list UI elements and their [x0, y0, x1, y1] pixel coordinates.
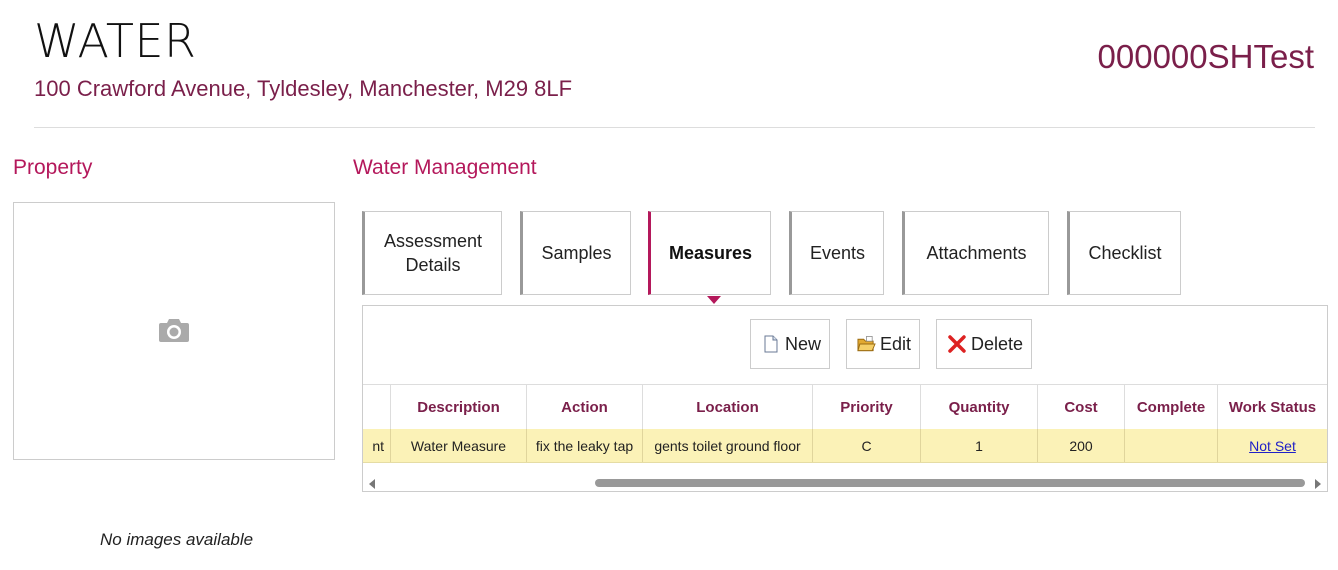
table-cell-cost: 200 [1038, 429, 1125, 462]
table-cell-action: fix the leaky tap [527, 429, 643, 462]
property-address: 100 Crawford Avenue, Tyldesley, Manchest… [34, 76, 573, 101]
edit-button-label: Edit [879, 333, 911, 354]
account-name: 000000SHTest [1097, 38, 1314, 75]
scroll-right-arrow-icon[interactable] [1315, 479, 1321, 489]
camera-icon [159, 319, 189, 342]
table-cell-description: Water Measure [391, 429, 527, 462]
tab-label: Attachments [926, 243, 1027, 263]
scrollbar-thumb[interactable] [595, 479, 1305, 487]
tab-label: Samples [541, 243, 612, 263]
tab-label: Events [809, 243, 866, 263]
measures-panel: New Edit Delete Description Action Locat… [362, 305, 1328, 492]
column-header-description[interactable]: Description [391, 385, 527, 429]
column-header-action[interactable]: Action [527, 385, 643, 429]
table-row[interactable]: nt Water Measure fix the leaky tap gents… [363, 429, 1327, 463]
column-header-work-status[interactable]: Work Status [1218, 385, 1327, 429]
table-cell-quantity: 1 [921, 429, 1038, 462]
tab-label: Checklist [1088, 243, 1162, 263]
delete-button[interactable]: Delete [936, 319, 1032, 369]
tab-attachments[interactable]: Attachments [902, 211, 1049, 295]
no-images-text: No images available [100, 530, 254, 549]
table-header-row: Description Action Location Priority Qua… [363, 384, 1327, 430]
tab-measures[interactable]: Measures [648, 211, 771, 295]
property-photo-box [13, 202, 335, 460]
horizontal-scrollbar[interactable] [363, 476, 1327, 490]
new-document-icon [764, 335, 778, 353]
column-header-complete[interactable]: Complete [1125, 385, 1218, 429]
column-header-priority[interactable]: Priority [813, 385, 921, 429]
edit-button[interactable]: Edit [846, 319, 920, 369]
tab-samples[interactable]: Samples [520, 211, 631, 295]
tab-assessment-details[interactable]: Assessment Details [362, 211, 502, 295]
table-cell-location: gents toilet ground floor [643, 429, 813, 462]
tab-checklist[interactable]: Checklist [1067, 211, 1181, 295]
page-title: WATER [34, 14, 197, 68]
active-tab-caret-icon [707, 296, 721, 304]
work-status-link[interactable]: Not Set [1249, 438, 1296, 454]
tab-events[interactable]: Events [789, 211, 884, 295]
new-button[interactable]: New [750, 319, 830, 369]
column-header-cost[interactable]: Cost [1038, 385, 1125, 429]
table-cell: nt [363, 429, 391, 462]
close-icon [948, 335, 966, 353]
water-management-title: Water Management [353, 156, 537, 179]
scroll-left-arrow-icon[interactable] [369, 479, 375, 489]
column-header-quantity[interactable]: Quantity [921, 385, 1038, 429]
column-header[interactable] [363, 385, 391, 429]
delete-button-label: Delete [970, 333, 1023, 354]
column-header-location[interactable]: Location [643, 385, 813, 429]
tab-label: Assessment Details [383, 231, 483, 275]
new-button-label: New [784, 333, 821, 354]
table-cell-complete [1125, 429, 1218, 462]
property-section-title: Property [13, 156, 93, 179]
table-cell-work-status: Not Set [1218, 429, 1327, 462]
folder-open-icon [857, 336, 876, 352]
tab-bar: Assessment Details Samples Measures Even… [362, 211, 1262, 297]
tab-label: Measures [668, 243, 753, 263]
header-divider [34, 127, 1315, 128]
table-cell-priority: C [813, 429, 921, 462]
